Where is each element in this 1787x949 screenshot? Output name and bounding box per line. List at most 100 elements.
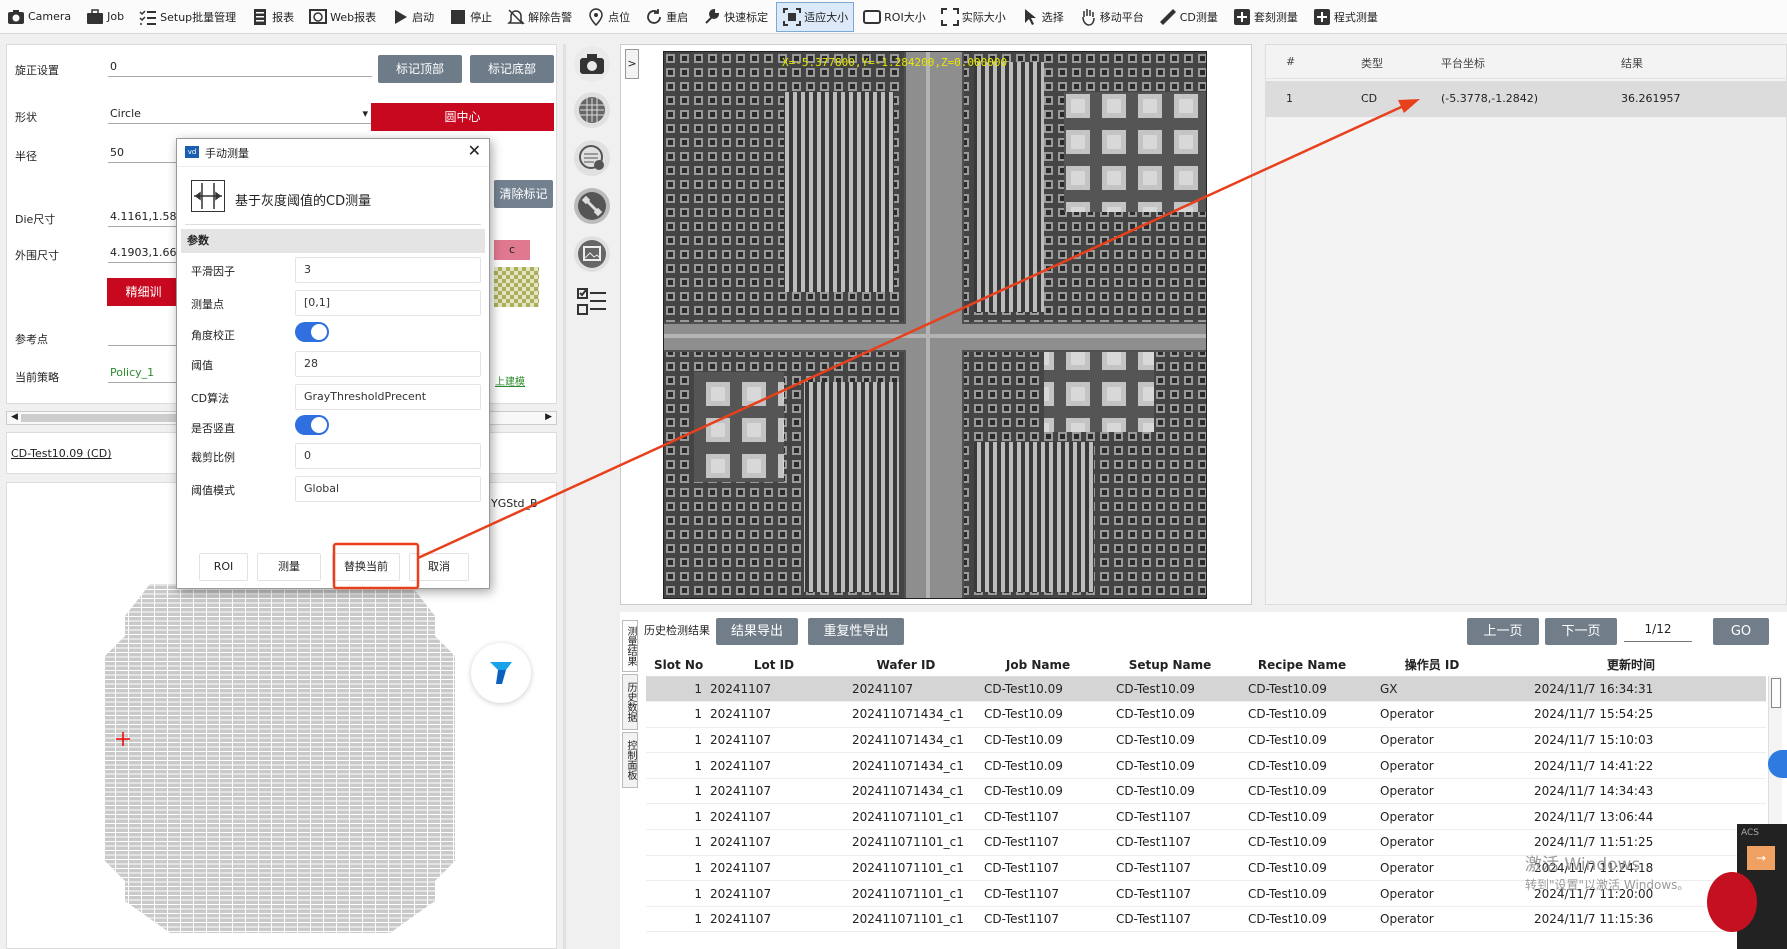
measure-point-label: 测量点	[191, 298, 224, 311]
history-cell: 2024/11/7 13:06:44	[1496, 803, 1766, 831]
threshold-mode-select[interactable]: Global	[295, 476, 481, 502]
next-page-button[interactable]: 下一页	[1545, 618, 1617, 645]
grid-view-icon[interactable]	[574, 92, 610, 128]
panel-splitter[interactable]	[563, 44, 566, 949]
history-cell: CD-Test1107	[972, 880, 1104, 907]
modeling-link[interactable]: 上建模	[495, 373, 525, 388]
shape-select[interactable]: Circle ▾	[108, 104, 372, 124]
setup-batch-button[interactable]: Setup批量管理	[132, 2, 242, 32]
history-panel: 测量结果 历史数据 控制面板 历史检测结果 结果导出 重复性导出 上一页 下一页…	[620, 612, 1787, 949]
mark-top-button[interactable]: 标记顶部	[378, 55, 462, 83]
roi-button[interactable]: ROI	[199, 553, 248, 581]
history-cell: CD-Test1107	[1104, 803, 1236, 831]
mark-bottom-button[interactable]: 标记底部	[470, 55, 554, 83]
history-cell: CD-Test1107	[972, 803, 1104, 831]
move-stage-button[interactable]: 移动平台	[1072, 2, 1150, 32]
history-row[interactable]: 1 20241107 202411071434_c1 CD-Test10.09 CD-T…	[646, 727, 1766, 754]
vertical-toggle[interactable]	[295, 415, 329, 435]
satellite-stage-icon[interactable]	[574, 188, 610, 224]
history-cell: CD-Test10.09	[1104, 752, 1236, 779]
die-size-input[interactable]: 4.1161,1.585	[108, 207, 180, 227]
page-input[interactable]: 1/12	[1624, 622, 1692, 642]
measure-point-input[interactable]: [0,1]	[295, 290, 481, 316]
history-cell: 2024/11/7 15:54:25	[1496, 701, 1766, 728]
close-icon[interactable]: ✕	[468, 141, 481, 160]
restart-button[interactable]: 重启	[638, 2, 694, 32]
crop-ratio-input[interactable]: 0	[295, 443, 481, 469]
point-button[interactable]: 点位	[580, 2, 636, 32]
prev-page-button[interactable]: 上一页	[1467, 618, 1539, 645]
history-row[interactable]: 1 20241107 202411071434_c1 CD-Test10.09 CD-T…	[646, 778, 1766, 805]
history-cell: CD-Test1107	[1104, 855, 1236, 882]
quick-calibrate-button[interactable]: 快速标定	[696, 2, 774, 32]
recipe-measure-button[interactable]: 程式测量	[1306, 2, 1384, 32]
tab-history-data[interactable]: 历史数据	[622, 674, 638, 730]
c-button[interactable]: c	[494, 240, 530, 260]
history-cell: 1	[646, 701, 708, 728]
clear-mark-button[interactable]: 清除标记	[494, 180, 553, 208]
history-scrollbar-thumb[interactable]	[1771, 678, 1781, 708]
fine-train-button[interactable]: 精细训	[107, 278, 180, 306]
radius-input[interactable]: 50	[108, 143, 180, 163]
history-row[interactable]: 1 20241107 202411071434_c1 CD-Test10.09 CD-T…	[646, 701, 1766, 728]
history-row[interactable]: 1 20241107 202411071101_c1 CD-Test1107 CD-Te…	[646, 803, 1766, 831]
history-row[interactable]: 1 20241107 202411071434_c1 CD-Test10.09 CD-T…	[646, 752, 1766, 779]
history-cell: 20241107	[708, 778, 840, 805]
export-results-button[interactable]: 结果导出	[716, 618, 798, 645]
history-row[interactable]: 1 20241107 20241107 CD-Test10.09 CD-Test10.0…	[646, 676, 1766, 703]
circle-center-button[interactable]: 圆中心	[371, 103, 554, 131]
ruler-icon	[1158, 7, 1178, 27]
capture-camera-icon[interactable]	[574, 46, 610, 82]
assistant-logo-icon[interactable]	[471, 643, 531, 703]
history-cell: 2024/11/7 15:10:03	[1496, 727, 1766, 754]
cd-measure-button[interactable]: CD测量	[1152, 2, 1224, 32]
rotate-input[interactable]: 0	[108, 57, 372, 77]
job-button[interactable]: Job	[79, 2, 130, 32]
history-cell: 202411071101_c1	[840, 855, 972, 882]
ref-point-input[interactable]	[108, 326, 180, 346]
image-gallery-icon[interactable]	[574, 236, 610, 272]
cd-algorithm-select[interactable]: GrayThresholdPrecent	[295, 384, 481, 410]
report-button[interactable]: 报表	[244, 2, 300, 32]
roi-size-button[interactable]: ROI大小	[856, 2, 932, 32]
dialog-title: 手动测量	[205, 147, 249, 160]
threshold-input[interactable]: 28	[295, 351, 481, 377]
clear-alarm-button[interactable]: 解除告警	[500, 2, 578, 32]
select-button[interactable]: 选择	[1014, 2, 1070, 32]
hand-icon	[1078, 7, 1098, 27]
task-list-icon[interactable]	[574, 284, 610, 320]
history-cell: CD-Test10.09	[1236, 880, 1368, 907]
image-viewer: > X=-5.377800,Y=-1.284200,Z=0.000000	[620, 44, 1252, 605]
tab-measure-results[interactable]: 测量结果	[622, 620, 638, 672]
replace-current-button[interactable]: 替换当前	[332, 553, 400, 581]
microscope-image[interactable]: X=-5.377800,Y=-1.284200,Z=0.000000	[663, 51, 1207, 599]
radius-label: 半径	[15, 150, 37, 163]
wafer-map[interactable]	[90, 581, 470, 941]
repeat-export-button[interactable]: 重复性导出	[808, 618, 904, 645]
cancel-button[interactable]: 取消	[409, 553, 469, 581]
history-cell: 202411071434_c1	[840, 701, 972, 728]
tab-control-panel[interactable]: 控制面板	[622, 732, 638, 788]
history-cell: Operator	[1368, 778, 1496, 805]
overlay-measure-button[interactable]: 套刻测量	[1226, 2, 1304, 32]
smooth-factor-input[interactable]: 3	[295, 257, 481, 283]
history-cell: Operator	[1368, 906, 1496, 933]
web-report-button[interactable]: Web报表	[302, 2, 382, 32]
wafer-settings-icon[interactable]	[574, 140, 610, 176]
start-button[interactable]: 启动	[384, 2, 440, 32]
fit-size-button[interactable]: 适应大小	[776, 1, 855, 32]
outer-size-input[interactable]: 4.1903,1.669	[108, 243, 180, 263]
collapse-button[interactable]: >	[625, 49, 639, 79]
actual-size-button[interactable]: 实际大小	[934, 2, 1012, 32]
result-row[interactable]: 1 CD (-5.3778,-1.2842) 36.261957	[1266, 81, 1786, 117]
measure-button[interactable]: 测量	[257, 553, 321, 581]
go-button[interactable]: GO	[1713, 618, 1769, 645]
side-widget[interactable]: ACS →	[1707, 824, 1787, 949]
history-cell: 2024/11/7 16:34:31	[1496, 676, 1766, 703]
camera-button[interactable]: Camera	[0, 2, 77, 32]
stop-button[interactable]: 停止	[442, 2, 498, 32]
history-row[interactable]: 1 20241107 202411071101_c1 CD-Test1107 CD-Te…	[646, 906, 1766, 933]
policy-input[interactable]: Policy_1	[108, 363, 180, 383]
recipe-link[interactable]: CD-Test10.09 (CD)	[11, 447, 112, 460]
angle-correct-toggle[interactable]	[295, 322, 329, 342]
